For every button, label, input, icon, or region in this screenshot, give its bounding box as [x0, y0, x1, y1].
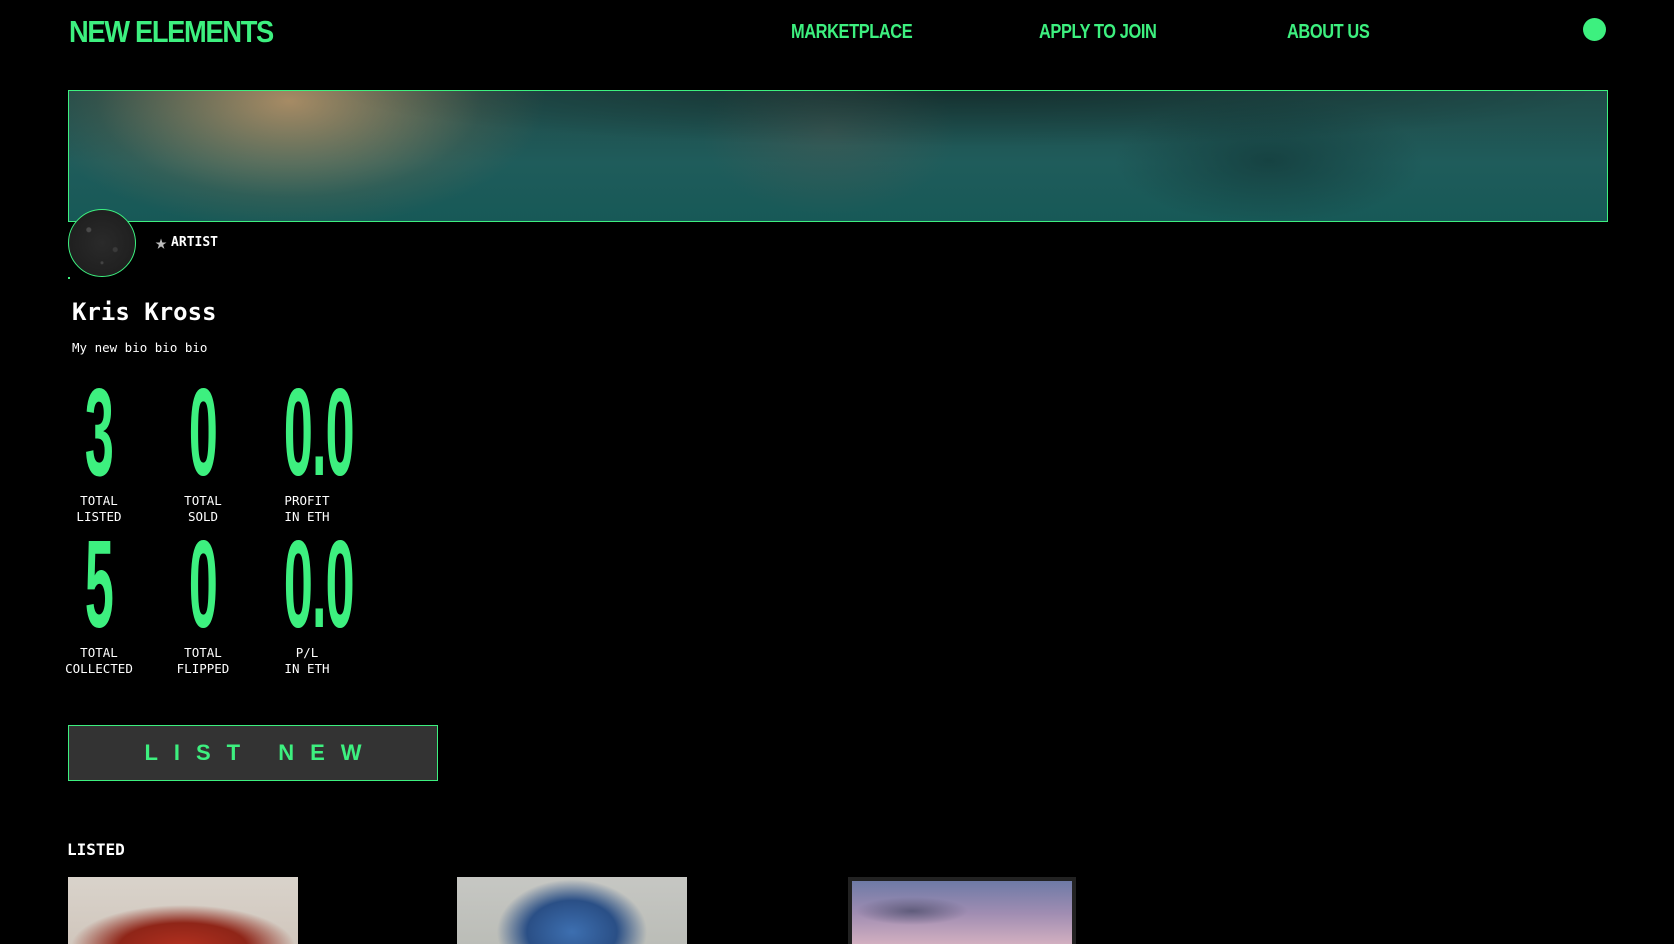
stat-value: 3 [84, 364, 114, 502]
profile-name: Kris Kross [72, 298, 217, 326]
listed-card[interactable] [457, 877, 687, 944]
stat-value: 0 [188, 364, 218, 502]
stat-total-sold: 0 TOTAL SOLD [148, 364, 258, 525]
stat-total-listed: 3 TOTAL LISTED [44, 364, 154, 525]
listed-card[interactable] [68, 877, 298, 944]
listed-heading: LISTED [67, 840, 125, 859]
stat-profit-eth: 0.0 PROFIT IN ETH [252, 364, 362, 525]
stat-total-flipped: 0 TOTAL FLIPPED [148, 516, 258, 677]
nav-about-us[interactable]: ABOUT US [1287, 21, 1370, 44]
stat-value: 0 [188, 516, 218, 654]
artist-badge: ★ ARTIST [155, 232, 218, 252]
badge-label: ARTIST [171, 234, 219, 250]
stat-pl-eth: 0.0 P/L IN ETH [252, 516, 362, 677]
account-icon[interactable] [1583, 18, 1606, 41]
nav-apply-to-join[interactable]: APPLY TO JOIN [1039, 21, 1157, 44]
site-header: NEW ELEMENTS MARKETPLACE APPLY TO JOIN A… [0, 0, 1674, 70]
profile-banner [68, 90, 1608, 222]
listed-card[interactable] [848, 877, 1076, 944]
nav-marketplace[interactable]: MARKETPLACE [791, 21, 913, 44]
stat-value: 0.0 [283, 516, 355, 654]
site-logo[interactable]: NEW ELEMENTS [69, 14, 274, 50]
profile-bio: My new bio bio bio [72, 340, 208, 355]
avatar [68, 209, 136, 277]
list-new-button[interactable]: LIST NEW [68, 725, 438, 781]
stat-total-collected: 5 TOTAL COLLECTED [44, 516, 154, 677]
stat-value: 0.0 [283, 364, 355, 502]
stat-value: 5 [84, 516, 114, 654]
star-icon: ★ [155, 230, 168, 254]
avatar-marker [68, 277, 70, 279]
profile-page: NEW ELEMENTS MARKETPLACE APPLY TO JOIN A… [0, 0, 1674, 944]
